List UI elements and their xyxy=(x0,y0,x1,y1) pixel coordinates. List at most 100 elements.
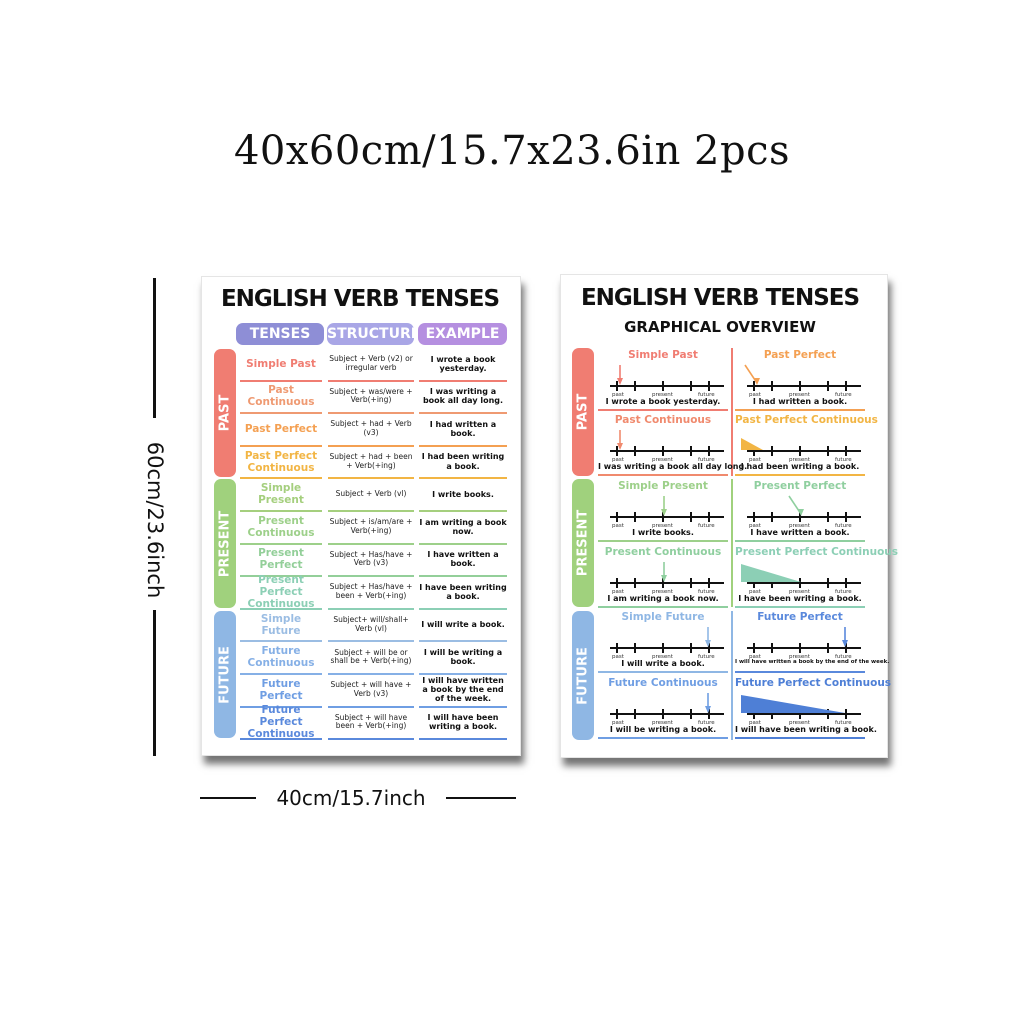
column-separator xyxy=(731,348,733,476)
row-divider xyxy=(735,606,865,608)
row-divider xyxy=(598,737,728,739)
time-arrow-head xyxy=(798,509,804,516)
tense-name: Future Perfect Continuous xyxy=(247,704,315,741)
tense-marker xyxy=(705,627,711,647)
width-dimension-line-left xyxy=(200,797,256,799)
tense-example: I had written a book. xyxy=(429,419,497,438)
graphic-tense-name: Simple Past xyxy=(628,349,698,361)
tense-structure: Subject + Verb (vl) xyxy=(335,488,407,498)
tense-structure: Subject + had + been + Verb(+ing) xyxy=(329,451,413,470)
tense-example: I have been writing a book. xyxy=(419,582,507,601)
graphic-example: I will be writing a book. xyxy=(609,725,717,734)
graphic-tense-name: Past Perfect Continuous xyxy=(735,414,878,426)
graphic-example: I have been writing a book. xyxy=(738,594,862,603)
tense-name: Simple Present xyxy=(258,482,304,507)
tense-marker xyxy=(741,564,801,582)
time-arrow-head xyxy=(705,706,711,713)
width-dimension-label: 40cm/15.7inch xyxy=(276,786,426,810)
time-arrow-head xyxy=(754,378,760,385)
tense-marker xyxy=(744,364,760,385)
tense-structure: Subject + is/am/are + Verb(+ing) xyxy=(329,517,413,535)
duration-wedge xyxy=(741,564,801,582)
row-divider xyxy=(735,409,865,411)
tense-structure: Subject + Has/have + Verb (v3) xyxy=(329,549,413,568)
tense-example: I have written a book. xyxy=(427,550,499,569)
tense-marker xyxy=(741,438,763,450)
poster-graphical-subtitle: GRAPHICAL OVERVIEW xyxy=(624,318,816,336)
tense-marker xyxy=(617,365,623,385)
row-divider xyxy=(598,409,728,411)
row-divider xyxy=(735,540,865,542)
tense-name: Present Continuous xyxy=(247,514,315,539)
tense-example: I was writing a book all day long. xyxy=(422,387,504,406)
page-title: 40x60cm/15.7x23.6in 2pcs xyxy=(233,128,791,174)
tense-name: Past Perfect Continuous xyxy=(244,449,318,474)
row-divider xyxy=(240,738,322,741)
graphic-tense-name: Past Continuous xyxy=(614,414,712,426)
time-arrow-head xyxy=(842,640,848,647)
tense-structure: Subject + will be or shall be + Verb(+in… xyxy=(330,647,412,666)
graphic-example: I wrote a book yesterday. xyxy=(605,397,721,406)
tense-structure: Subject + Verb (v2) or irregular verb xyxy=(329,354,413,372)
graphic-tense-name: Future Continuous xyxy=(608,677,718,689)
group-label-future: FUTURE xyxy=(217,645,233,704)
graphic-example: I have written a book. xyxy=(750,528,850,537)
poster-graphical-title: ENGLISH VERB TENSES xyxy=(580,285,860,311)
header-structure: STRUCTURE xyxy=(327,323,420,345)
tense-example: I am writing a book now. xyxy=(419,517,507,536)
tense-marker xyxy=(741,695,845,713)
graphic-tense-name: Simple Present xyxy=(618,480,708,492)
tense-name: Simple Past xyxy=(246,357,316,370)
graphic-tense-name: Present Continuous xyxy=(604,546,722,558)
row-divider xyxy=(735,671,865,673)
graphic-example: I will write a book. xyxy=(621,659,705,668)
row-divider xyxy=(735,474,865,476)
tense-name: Simple Future xyxy=(260,612,302,637)
graphic-example: I had written a book. xyxy=(752,397,848,406)
duration-wedge xyxy=(741,695,845,713)
group-label-present: PRESENT xyxy=(217,510,233,577)
row-divider xyxy=(598,606,728,608)
tense-structure: Subject + will have + Verb (v3) xyxy=(330,680,412,698)
tense-marker xyxy=(661,496,667,516)
height-dimension-line-top xyxy=(153,278,156,418)
row-divider xyxy=(598,540,728,542)
tense-marker xyxy=(788,495,804,516)
time-arrow-head xyxy=(661,509,667,516)
tense-name: Future Perfect xyxy=(259,677,303,702)
graphic-tense-name: Future Perfect Continuous xyxy=(735,677,892,689)
graphic-tense-name: Past Perfect xyxy=(763,349,837,361)
header-tenses: TENSES xyxy=(236,323,324,345)
tense-structure: Subject + was/were + Verb(+ing) xyxy=(329,386,413,405)
row-divider xyxy=(419,738,507,741)
row-divider xyxy=(598,671,728,673)
time-arrow-head xyxy=(617,443,623,450)
tense-marker xyxy=(617,430,623,450)
graphic-example: I had been writing a book. xyxy=(740,462,860,471)
tense-name: Present Perfect xyxy=(258,547,304,572)
tense-example: I wrote a book yesterday. xyxy=(430,354,496,373)
tense-example: I had been writing a book. xyxy=(421,452,505,471)
tense-example: I will have been writing a book. xyxy=(427,713,499,732)
tense-structure: Subject + had + Verb (v3) xyxy=(330,419,412,437)
tense-structure: Subject + will have been + Verb(+ing) xyxy=(334,712,408,731)
width-dimension-line-right xyxy=(446,797,516,799)
tense-marker xyxy=(842,627,848,647)
time-arrow-head xyxy=(617,378,623,385)
height-dimension-label: 60cm/23.6inch xyxy=(143,441,167,599)
row-divider xyxy=(328,738,414,741)
time-arrow-head xyxy=(661,575,667,582)
graphic-example: I write books. xyxy=(632,528,694,537)
tense-structure: Subject + Has/have + been + Verb(+ing) xyxy=(329,582,413,600)
poster-table-title: ENGLISH VERB TENSES xyxy=(220,286,500,312)
tense-marker xyxy=(705,693,711,713)
tense-example: I will have written a book by the end of… xyxy=(422,676,504,704)
tense-example: I will write a book. xyxy=(421,620,505,629)
row-divider xyxy=(598,474,728,476)
group-label-present: PRESENT xyxy=(575,509,591,577)
tense-example: I will be writing a book. xyxy=(423,648,503,667)
graphic-tense-name: Simple Future xyxy=(621,611,705,623)
tense-structure: Subject+ will/shall+ Verb (vl) xyxy=(333,614,409,633)
height-dimension-line-bottom xyxy=(153,610,156,756)
column-separator xyxy=(731,611,733,740)
